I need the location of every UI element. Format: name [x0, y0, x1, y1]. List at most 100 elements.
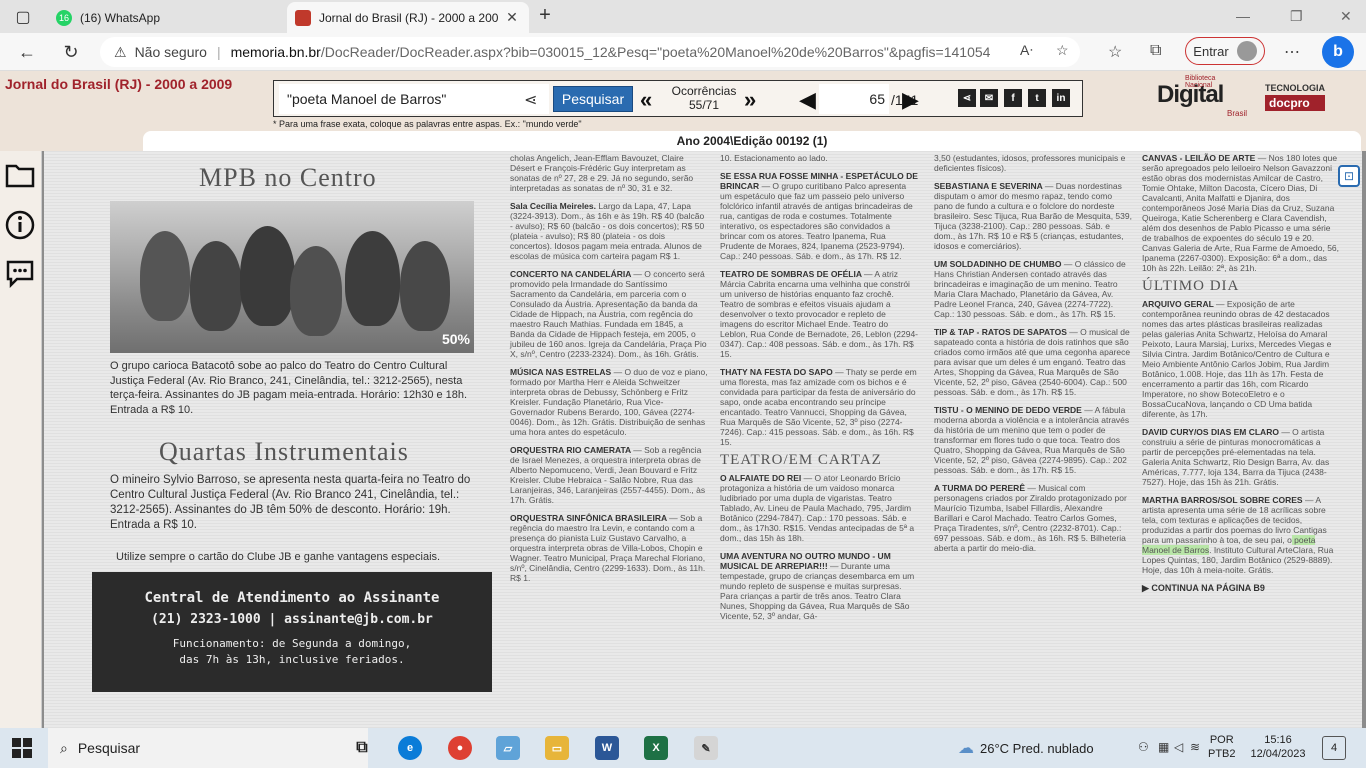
tab-actions-icon: ▢	[15, 9, 31, 26]
weather-widget[interactable]: ☁ 26°C Pred. nublado	[958, 738, 1094, 758]
avatar	[1236, 41, 1257, 61]
clock-date: 12/04/2023	[1250, 748, 1306, 760]
back-button[interactable]: ←	[16, 41, 38, 63]
search-button[interactable]: Pesquisar	[553, 86, 633, 112]
article-heading: TISTU - O MENINO DE DEDO VERDE	[934, 405, 1085, 415]
paint-icon[interactable]: ✎	[694, 736, 718, 760]
linkedin-icon[interactable]: in	[1052, 89, 1070, 107]
whatsapp-icon: 16	[56, 9, 72, 26]
article-heading: CANVAS - LEILÃO DE ARTE	[1142, 153, 1258, 163]
share-icon[interactable]: ⋖	[524, 90, 537, 110]
mpb-text: O grupo carioca Batacotô sobe ao palco d…	[110, 360, 468, 416]
search-panel: "poeta Manoel de Barros" ⋖ Pesquisar « O…	[273, 80, 1083, 117]
windows-start-icon[interactable]	[12, 738, 32, 758]
article-entry: 10. Estacionamento ao lado.	[720, 153, 918, 163]
article-heading: ARQUIVO GERAL	[1142, 299, 1216, 309]
tab-actions-button[interactable]: ▢	[10, 6, 36, 28]
folder-button[interactable]	[4, 159, 36, 191]
taskbar-search[interactable]: ⌕ Pesquisar	[48, 728, 368, 768]
address-bar: ← ↻ ⚠ Não seguro | memoria.bn.br/DocRead…	[0, 33, 1366, 71]
facebook-icon[interactable]: f	[1004, 89, 1022, 107]
volume-icon[interactable]: ◁	[1174, 740, 1183, 754]
read-aloud-icon[interactable]: Aᐧ	[1020, 42, 1033, 59]
page-number-input[interactable]: 65	[819, 84, 889, 114]
article-body: — O ator Leonardo Brício protagoniza a h…	[720, 473, 915, 543]
quartas-headline: Quartas Instrumentais	[159, 437, 409, 466]
taskbar-search-label: Pesquisar	[77, 740, 141, 756]
task-view-icon[interactable]: ⧉	[350, 736, 374, 760]
weather-text: 26°C Pred. nublado	[980, 740, 1094, 756]
bing-icon[interactable]: b	[1322, 36, 1354, 68]
search-input[interactable]: "poeta Manoel de Barros"	[279, 84, 549, 114]
url-field[interactable]: ⚠ Não seguro | memoria.bn.br/DocReader/D…	[100, 37, 1080, 67]
article-heading: TEATRO DE SOMBRAS DE OFÉLIA	[720, 269, 865, 279]
logo-docpro-text: docpro	[1265, 95, 1325, 111]
article-body: — A atriz Márcia Cabrita encarna uma vel…	[720, 269, 919, 359]
discount-badge: 50%	[441, 331, 470, 347]
excel-icon[interactable]: X	[644, 736, 668, 760]
article-heading: O ALFAIATE DO REI	[720, 473, 804, 483]
sign-in-button[interactable]: Entrar	[1185, 37, 1265, 65]
section-heading: TEATRO/EM CARTAZ	[720, 452, 882, 468]
clock-time: 15:16	[1264, 734, 1292, 746]
tab-jornal-do-brasil[interactable]: Jornal do Brasil (RJ) - 2000 a 200 ✕	[287, 2, 529, 33]
article-entry: TISTU - O MENINO DE DEDO VERDE — A fábul…	[934, 405, 1132, 475]
article-heading: MÚSICA NAS ESTRELAS	[510, 367, 614, 377]
atendimento-title: Central de Atendimento ao Assinante	[144, 590, 440, 606]
next-occurrence-icon[interactable]: »	[744, 87, 756, 113]
chrome-icon[interactable]: ●	[448, 736, 472, 760]
article-heading: A TURMA DO PERERÊ	[934, 483, 1028, 493]
article-body: — Exposição de arte contemporânea reunin…	[1142, 299, 1332, 419]
previous-page-icon[interactable]: ◀	[799, 87, 816, 113]
occurrences-value: 55/71	[688, 98, 720, 112]
not-secure-label: Não seguro	[134, 44, 207, 60]
site-title: Jornal do Brasil (RJ) - 2000 a 2009	[5, 76, 233, 92]
word-icon[interactable]: W	[595, 736, 619, 760]
collections-icon[interactable]: ⧉	[1150, 42, 1161, 60]
close-window-icon[interactable]: ✕	[1340, 8, 1352, 25]
favorites-icon[interactable]: ☆	[1108, 42, 1122, 62]
file-explorer-icon[interactable]: ▭	[545, 736, 569, 760]
minimize-icon[interactable]: —	[1236, 8, 1250, 24]
article-heading: TIP & TAP - RATOS DE SAPATOS	[934, 327, 1070, 337]
people-icon[interactable]: ⚇	[1138, 740, 1149, 754]
article-body: 3,50 (estudantes, idosos, professores mu…	[934, 153, 1126, 173]
email-icon[interactable]: ✉	[980, 89, 998, 107]
tab-bar: ▢ 16 (16) WhatsApp ✕ Jornal do Brasil (R…	[0, 0, 1366, 33]
newspaper-page: MPB no Centro 50% O grupo carioca Bataco…	[44, 151, 1362, 728]
reload-button[interactable]: ↻	[60, 41, 82, 63]
previous-occurrence-icon[interactable]: «	[640, 87, 652, 113]
quartas-text: O mineiro Sylvio Barroso, se apresenta n…	[110, 474, 471, 531]
more-options-icon[interactable]: ⋯	[1284, 42, 1300, 62]
wifi-icon[interactable]: ≋	[1190, 740, 1200, 754]
article-heading: THATY NA FESTA DO SAPO	[720, 367, 836, 377]
logo-tecnologia-text: TECNOLOGIA	[1265, 83, 1325, 93]
close-icon[interactable]: ✕	[503, 9, 521, 26]
article-body: — O concerto será promovido pela Irmanda…	[510, 269, 707, 359]
comments-button[interactable]	[4, 257, 36, 289]
network-icon[interactable]: ▦	[1158, 740, 1169, 754]
notifications-icon[interactable]: 4	[1322, 736, 1346, 760]
language-indicator[interactable]: POR PTB2	[1208, 733, 1236, 761]
article-entry: SE ESSA RUA FOSSE MINHA - ESPETÁCULO DE …	[720, 171, 918, 261]
restore-icon[interactable]: ❐	[1290, 8, 1303, 25]
twitter-icon[interactable]: t	[1028, 89, 1046, 107]
newspaper-viewer[interactable]: MPB no Centro 50% O grupo carioca Bataco…	[42, 151, 1366, 728]
article-heading: UM SOLDADINHO DE CHUMBO	[934, 259, 1064, 269]
new-tab-button[interactable]: +	[534, 5, 556, 27]
taskbar: ⌕ Pesquisar ⧉ e ● ▱ ▭ W X ✎ ☁ 26°C Pred.…	[0, 728, 1366, 768]
zoom-icon[interactable]: ⊡	[1338, 165, 1360, 187]
clube-jb-cta: Utilize sempre o cartão do Clube JB e ga…	[116, 551, 441, 563]
article-entry: MÚSICA NAS ESTRELAS — O duo de voz e pia…	[510, 367, 708, 437]
column-theater-2: 3,50 (estudantes, idosos, professores mu…	[934, 153, 1132, 561]
info-button[interactable]	[4, 209, 36, 241]
clock[interactable]: 15:16 12/04/2023	[1248, 733, 1308, 761]
notes-icon[interactable]: ▱	[496, 736, 520, 760]
share-icon[interactable]: ⋖	[958, 89, 976, 107]
add-favorite-icon[interactable]: ☆	[1056, 42, 1069, 59]
article-body: — Thaty se perde em uma floresta, mas fa…	[720, 367, 917, 447]
search-hint: * Para uma frase exata, coloque as palav…	[273, 119, 582, 129]
next-page-icon[interactable]: ▶	[902, 87, 919, 113]
article-body: — A fábula moderna aborda a violência e …	[934, 405, 1130, 475]
edge-icon[interactable]: e	[398, 736, 422, 760]
